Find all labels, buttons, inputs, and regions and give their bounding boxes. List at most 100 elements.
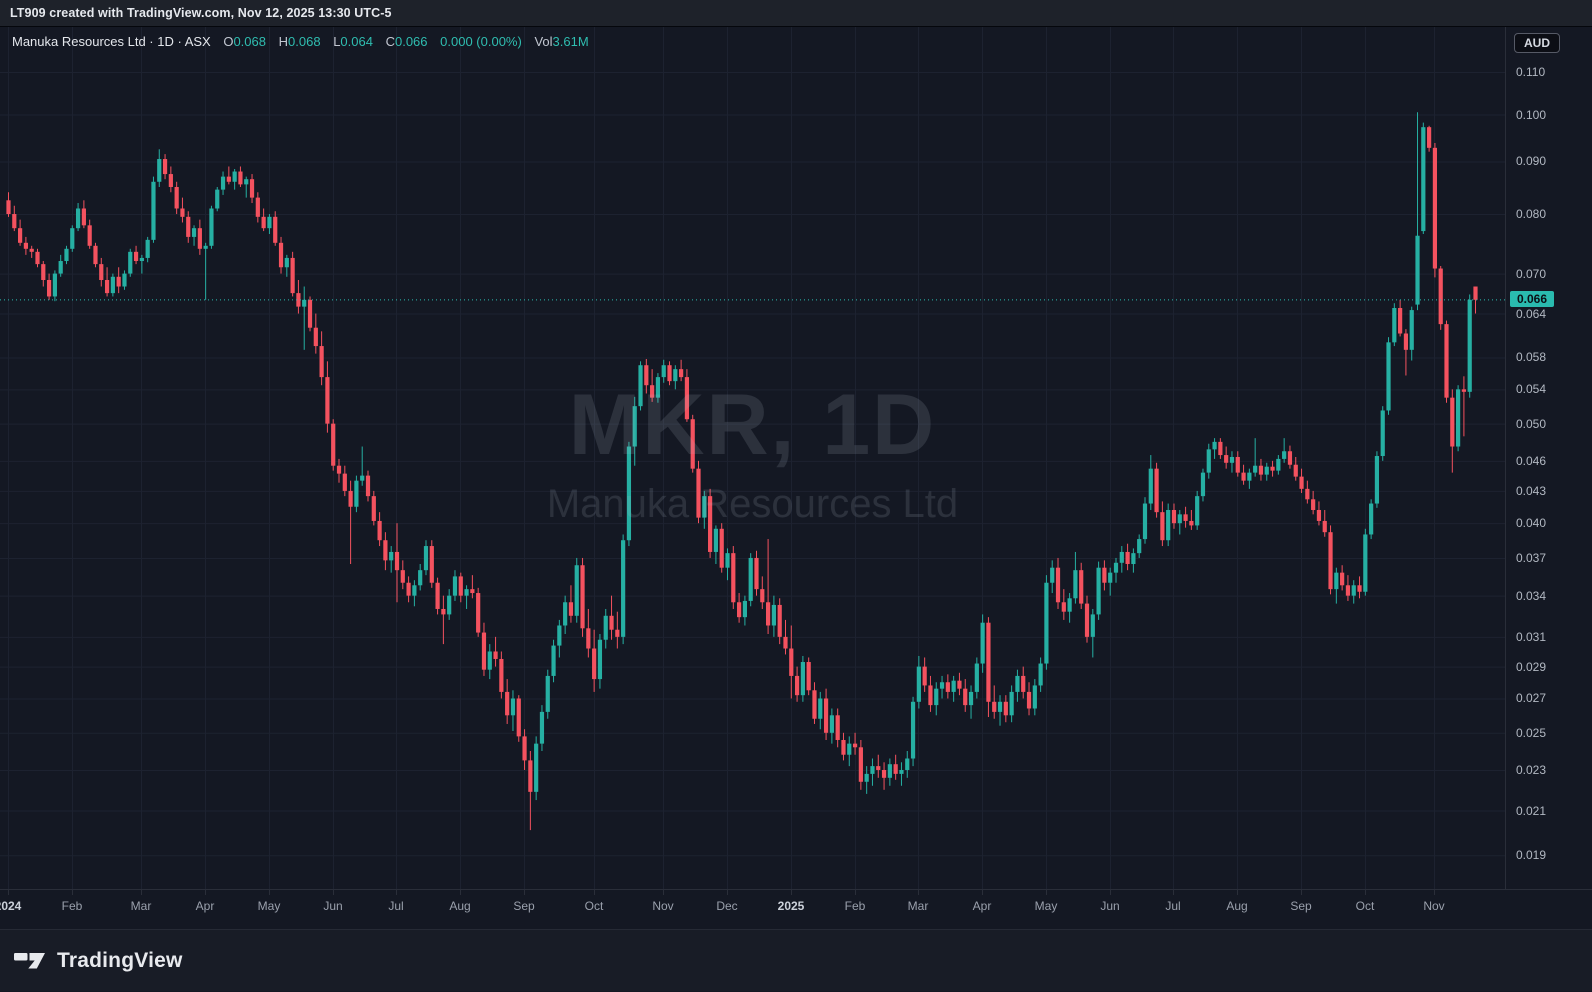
time-axis[interactable]: 2024 Feb Mar Apr May Jun Jul Aug Sep Oct Nov Dec 202… [0,889,1592,929]
month-tick [205,890,206,895]
candle-body [1311,499,1316,510]
candle-body [1195,496,1200,526]
candle-body [139,257,144,262]
price-tick-label: 0.054 [1516,382,1547,397]
candle-body [1137,539,1142,554]
price-tick-label: 0.037 [1516,550,1547,565]
candle-body [632,406,637,447]
candle-body [325,377,330,424]
symbol-legend[interactable]: Manuka Resources Ltd · 1D · ASX O0.068 H… [12,34,589,49]
candle-body [6,200,11,215]
candle-body [17,228,23,243]
month-tick [855,890,856,895]
tradingview-wordmark[interactable]: TradingView [57,949,183,973]
candle-body [1050,567,1055,583]
price-axis[interactable]: AUD 0.066 0.110 0.100 0.090 0.080 0.070 0.064… [1505,27,1592,889]
candle-body [128,251,133,274]
candle-body [626,446,632,541]
candle-body [679,369,684,378]
candle-body [609,615,614,630]
change-value: 0.000 (0.00%) [440,34,522,49]
candle-body [215,189,220,209]
candle-body [400,570,405,583]
month-label: Jun [323,899,343,913]
candle-body [1328,532,1333,590]
month-tick [663,890,664,895]
candle-body [1015,675,1020,692]
candle-body [922,666,927,686]
candle-body [284,257,289,268]
candle-body [934,688,939,706]
candle-body [667,365,672,382]
candle-body [1282,451,1287,459]
candle-body [661,365,666,378]
candlestick-canvas[interactable] [0,27,1505,889]
month-label: Feb [61,899,83,913]
candle-body [980,622,985,664]
candle-body [789,648,794,676]
candle-body [278,242,284,268]
candle-body [1427,127,1432,148]
candle-body [64,248,69,262]
candle-body [1003,701,1008,716]
month-tick [1365,890,1366,895]
price-tick-label: 0.100 [1516,107,1547,122]
candle-body [1032,685,1037,709]
candle-body [1218,441,1223,456]
candle-body [377,520,382,541]
candle-body [655,377,661,398]
candle-body [968,691,974,706]
candle-body [1009,691,1014,716]
candle-body [1380,410,1385,457]
candle-body [1415,235,1420,305]
price-plot[interactable]: MKR, 1D Manuka Resources Ltd Manuka Reso… [0,27,1505,889]
candle-body [928,685,933,706]
price-tick-label: 0.029 [1516,659,1547,674]
month-tick [982,890,983,895]
price-tick-label: 0.064 [1516,306,1547,321]
candle-body [394,551,400,571]
candle-body [1247,472,1252,481]
candle-body [545,675,550,712]
candle-body [174,186,179,209]
candle-body [997,701,1003,712]
candle-body [1224,455,1229,463]
month-label: Aug [1226,899,1248,913]
candle-body [1316,509,1322,521]
price-tick-label: 0.031 [1516,629,1547,644]
candle-body [1183,514,1188,521]
candle-body [1398,308,1403,334]
month-tick [1173,890,1174,895]
candle-body [806,662,811,691]
month-tick [141,890,142,895]
candle-body [539,711,545,744]
candle-body [1177,514,1182,524]
candle-body [563,602,568,626]
symbol-title[interactable]: Manuka Resources Ltd · 1D · ASX [12,34,211,49]
candle-body [41,264,46,281]
candle-body [46,280,52,297]
candle-body [99,264,104,281]
tradingview-logo-icon[interactable] [14,948,48,973]
candle-body [1403,333,1409,350]
month-label: 2024 [0,899,22,913]
candle-body [273,216,278,243]
candle-body [1102,567,1107,583]
candle-body [986,622,991,702]
candle-body [522,736,527,761]
candle-body [823,698,829,733]
candle-body [1293,464,1298,477]
candle-body [574,565,579,616]
candle-body [829,715,834,733]
candle-body [1438,268,1443,325]
candle-body [412,585,417,596]
candle-body [1467,299,1472,392]
candle-body [1113,562,1119,573]
candle-body [464,589,469,596]
candle-body [696,468,701,518]
candle-body [551,645,556,676]
month-label: Mar [907,899,929,913]
candle-body [771,604,776,626]
month-tick [594,890,595,895]
candle-body [122,273,127,287]
